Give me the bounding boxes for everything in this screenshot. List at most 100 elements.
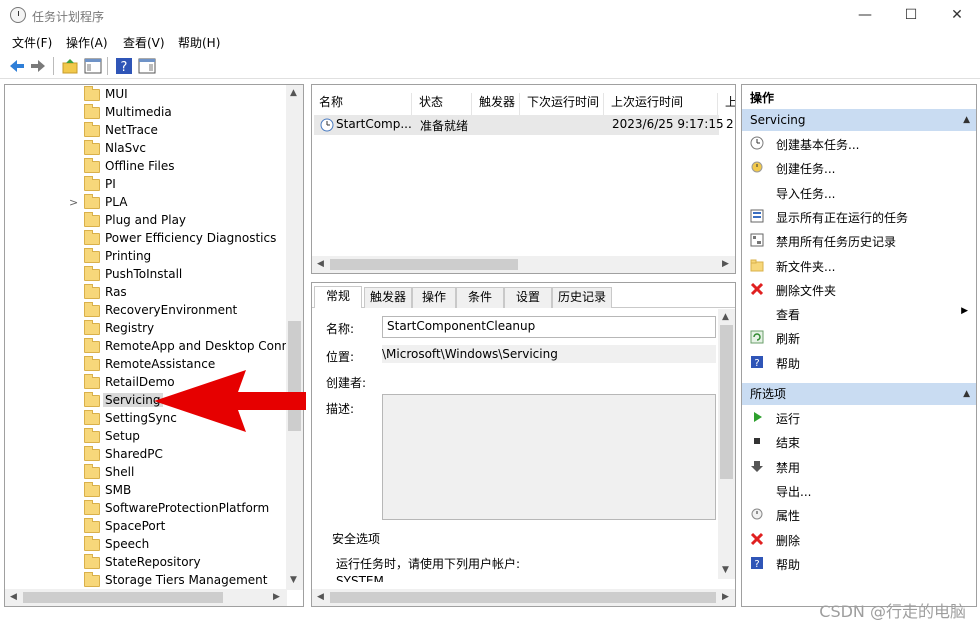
action-item[interactable]: ? 帮助 [746, 553, 972, 573]
scroll-right-icon[interactable]: ▶ [722, 259, 729, 269]
tree-item[interactable]: StateRepository [5, 554, 285, 572]
description-field[interactable] [382, 394, 716, 520]
tree-item[interactable]: Shell [5, 464, 285, 482]
action-item[interactable]: 导出... [746, 480, 972, 500]
up-folder-icon[interactable] [61, 57, 79, 75]
action-item[interactable]: ? 帮助 [746, 352, 972, 372]
action-item[interactable]: 查看 ▶ [746, 303, 972, 323]
tree-horizontal-scrollbar[interactable]: ◀ ▶ [5, 589, 287, 606]
column-header-name[interactable]: 名称 [312, 93, 412, 115]
collapse-icon[interactable]: ▲ [963, 109, 970, 131]
scroll-thumb[interactable] [720, 325, 733, 479]
column-header-next-run[interactable]: 下次运行时间 [520, 93, 604, 115]
action-item[interactable]: 显示所有正在运行的任务 [746, 206, 972, 226]
tree-item[interactable]: Power Efficiency Diagnostics [5, 230, 285, 248]
maximize-button[interactable]: ☐ [888, 0, 934, 31]
tree-item[interactable]: SpacePort [5, 518, 285, 536]
tree-vertical-scrollbar[interactable]: ▲ ▼ [286, 85, 303, 590]
scroll-up-icon[interactable]: ▲ [722, 312, 729, 322]
tree-item[interactable]: Ras [5, 284, 285, 302]
scroll-left-icon[interactable]: ◀ [10, 592, 17, 602]
tree-item-label: Registry [105, 321, 155, 335]
action-label: 帮助 [776, 557, 801, 572]
tree-item[interactable]: PI [5, 176, 285, 194]
help-icon[interactable]: ? [115, 57, 133, 75]
tree-item-label: Storage Tiers Management [105, 573, 268, 587]
scroll-down-icon[interactable]: ▼ [290, 575, 297, 585]
tree-item[interactable]: SharedPC [5, 446, 285, 464]
scroll-thumb[interactable] [23, 592, 223, 603]
column-header-last-run[interactable]: 上次运行时间 [604, 93, 718, 115]
tree-item-label: MUI [105, 87, 128, 101]
scroll-left-icon[interactable]: ◀ [317, 592, 324, 602]
tab-triggers[interactable]: 触发器 [364, 287, 412, 308]
menu-view[interactable]: 查看(V) [123, 34, 165, 51]
action-item[interactable]: 运行 [746, 407, 972, 427]
show-hide-tree-icon[interactable] [84, 57, 102, 75]
details-horizontal-scrollbar[interactable]: ◀ ▶ [312, 589, 735, 606]
tree-item[interactable]: RemoteApp and Desktop Conn [5, 338, 289, 356]
name-field[interactable]: StartComponentCleanup [382, 316, 716, 338]
tree-item[interactable]: RecoveryEnvironment [5, 302, 285, 320]
tasks-horizontal-scrollbar[interactable]: ◀ ▶ [312, 256, 735, 273]
action-item[interactable]: 禁用 [746, 456, 972, 476]
collapse-icon[interactable]: ▲ [963, 383, 970, 405]
tree-item-label: PLA [105, 195, 128, 209]
minimize-button[interactable]: — [842, 0, 888, 31]
tree-item[interactable]: > PLA [5, 194, 285, 212]
show-action-pane-icon[interactable] [138, 57, 156, 75]
tab-history[interactable]: 历史记录 [552, 287, 612, 308]
details-vertical-scrollbar[interactable]: ▲ ▼ [718, 309, 735, 579]
scroll-up-icon[interactable]: ▲ [290, 88, 297, 98]
action-item[interactable]: 创建基本任务... [746, 133, 972, 153]
chevron-right-icon[interactable]: > [69, 196, 78, 209]
tree-item[interactable]: MUI [5, 86, 285, 104]
tree-item[interactable]: NlaSvc [5, 140, 285, 158]
tree-item[interactable]: Registry [5, 320, 285, 338]
window-title: 任务计划程序 [32, 10, 105, 24]
tree-item[interactable]: Speech [5, 536, 285, 554]
action-item[interactable]: 结束 [746, 431, 972, 451]
action-item[interactable]: 禁用所有任务历史记录 [746, 230, 972, 250]
action-item[interactable]: 删除文件夹 [746, 279, 972, 299]
tab-conditions[interactable]: 条件 [456, 287, 504, 308]
close-button[interactable]: ✕ [934, 0, 980, 31]
tree-item[interactable]: SMB [5, 482, 285, 500]
column-header-more[interactable]: 上 [718, 93, 735, 115]
action-item[interactable]: 删除 [746, 529, 972, 549]
table-row[interactable]: StartComp... 准备就绪 2023/6/25 9:17:15 2 [314, 115, 734, 135]
column-header-status[interactable]: 状态 [412, 93, 472, 115]
description-label: 描述: [326, 402, 355, 416]
scroll-thumb[interactable] [330, 259, 518, 270]
column-header-trigger[interactable]: 触发器 [472, 93, 520, 115]
action-item[interactable]: 创建任务... [746, 157, 972, 177]
scroll-left-icon[interactable]: ◀ [317, 259, 324, 269]
tree-item[interactable]: Storage Tiers Management [5, 572, 285, 590]
tree-item[interactable]: Multimedia [5, 104, 285, 122]
forward-icon[interactable] [29, 57, 47, 75]
scroll-thumb[interactable] [330, 592, 716, 603]
action-item[interactable]: 刷新 [746, 327, 972, 347]
tree-item[interactable]: Offline Files [5, 158, 285, 176]
section-selected-header[interactable]: 所选项 ▲ [742, 383, 976, 405]
menu-action[interactable]: 操作(A) [66, 34, 108, 51]
tree-item[interactable]: NetTrace [5, 122, 285, 140]
section-servicing-header[interactable]: Servicing ▲ [742, 109, 976, 131]
tree-item[interactable]: Plug and Play [5, 212, 285, 230]
tab-actions[interactable]: 操作 [412, 287, 456, 308]
action-item[interactable]: 新文件夹... [746, 255, 972, 275]
scroll-right-icon[interactable]: ▶ [722, 592, 729, 602]
back-icon[interactable] [8, 57, 26, 75]
menu-help[interactable]: 帮助(H) [178, 34, 220, 51]
action-item[interactable]: 导入任务... [746, 182, 972, 202]
scroll-right-icon[interactable]: ▶ [273, 592, 280, 602]
tab-general[interactable]: 常规 [314, 286, 362, 308]
tab-settings[interactable]: 设置 [504, 287, 552, 308]
scroll-down-icon[interactable]: ▼ [722, 565, 729, 575]
tree-item[interactable]: Printing [5, 248, 285, 266]
tree-item[interactable]: PushToInstall [5, 266, 285, 284]
tree-item[interactable]: SoftwareProtectionPlatform [5, 500, 285, 518]
folder-icon [84, 194, 100, 209]
menu-file[interactable]: 文件(F) [12, 34, 52, 51]
action-item[interactable]: 属性 [746, 504, 972, 524]
